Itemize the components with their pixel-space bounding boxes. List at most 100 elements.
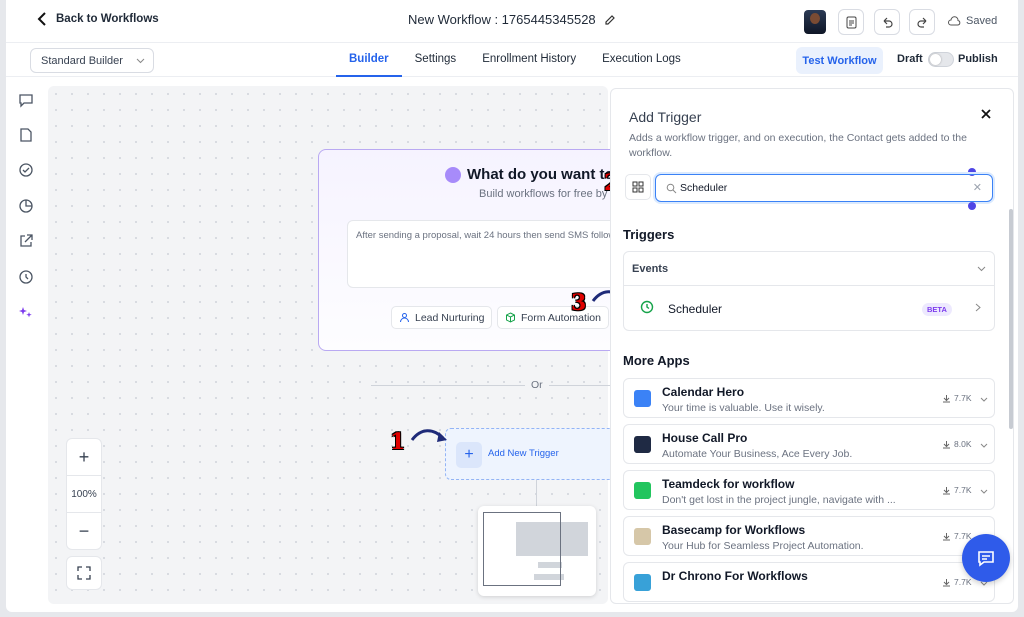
- redo-icon: [916, 17, 926, 28]
- chip-form-automation[interactable]: Form Automation: [497, 306, 609, 329]
- chat-support-button[interactable]: [962, 534, 1010, 582]
- grid-view-button[interactable]: [625, 174, 651, 200]
- file-icon[interactable]: [18, 127, 34, 143]
- grid-icon: [632, 181, 644, 193]
- ai-prompt-input[interactable]: After sending a proposal, wait 24 hours …: [347, 220, 647, 288]
- back-to-workflows-link[interactable]: Back to Workflows: [36, 12, 159, 26]
- test-workflow-button[interactable]: Test Workflow: [796, 47, 883, 74]
- panel-title: Add Trigger: [629, 109, 702, 125]
- app-card-house-call-pro[interactable]: House Call Pro Automate Your Business, A…: [623, 424, 995, 464]
- download-icon: [943, 394, 950, 402]
- pencil-icon[interactable]: [604, 14, 616, 26]
- download-icon: [943, 532, 950, 540]
- or-label: Or: [525, 379, 549, 391]
- tab-settings[interactable]: Settings: [402, 43, 470, 77]
- install-count-value: 7.7K: [954, 393, 972, 403]
- trigger-search: ✕: [655, 174, 993, 202]
- resize-handle[interactable]: [968, 202, 976, 210]
- saved-status: Saved: [948, 15, 997, 27]
- history-icon[interactable]: [18, 269, 34, 285]
- connector-line: [536, 480, 537, 506]
- app-desc: Your time is valuable. Use it wisely.: [662, 402, 825, 414]
- more-apps-heading: More Apps: [623, 353, 690, 368]
- panel-description: Adds a workflow trigger, and on executio…: [629, 132, 967, 159]
- events-label: Events: [632, 263, 669, 275]
- close-icon[interactable]: [979, 107, 993, 121]
- chip-label: Lead Nurturing: [415, 311, 485, 324]
- sparkle-icon[interactable]: [18, 304, 34, 320]
- search-icon: [666, 183, 677, 194]
- chevron-down-icon[interactable]: [980, 441, 988, 449]
- builder-select-value: Standard Builder: [41, 55, 123, 67]
- chevron-down-icon: [977, 266, 986, 272]
- chevron-right-icon: [975, 303, 981, 312]
- plus-icon: +: [456, 442, 482, 468]
- annotation-marker-3: 3: [571, 290, 587, 316]
- install-count: 8.0K: [942, 439, 972, 449]
- publish-toggle[interactable]: [928, 52, 954, 67]
- teamdeck-logo-icon: [634, 482, 651, 499]
- clear-search-icon[interactable]: ✕: [973, 181, 982, 194]
- pie-chart-icon[interactable]: [18, 198, 34, 214]
- draft-label: Draft: [897, 53, 923, 65]
- events-section: Events Scheduler BETA: [623, 251, 995, 331]
- zoom-controls: + 100% −: [66, 438, 102, 550]
- app-card-teamdeck[interactable]: Teamdeck for workflow Don't get lost in …: [623, 470, 995, 510]
- annotation-arrow-icon: [410, 429, 447, 442]
- avatar[interactable]: [804, 10, 826, 34]
- search-input[interactable]: [680, 179, 960, 197]
- panel-scrollbar[interactable]: [1009, 209, 1013, 429]
- house-call-pro-logo-icon: [634, 436, 651, 453]
- download-icon: [943, 578, 950, 586]
- app-card-calendar-hero[interactable]: Calendar Hero Your time is valuable. Use…: [623, 378, 995, 418]
- events-toggle[interactable]: Events: [624, 252, 994, 286]
- redo-button[interactable]: [909, 9, 935, 35]
- beta-badge: BETA: [922, 303, 952, 316]
- chevron-left-icon: [37, 12, 46, 26]
- notes-button[interactable]: [838, 9, 864, 35]
- install-count: 7.7K: [942, 485, 972, 495]
- tab-enrollment-history[interactable]: Enrollment History: [469, 43, 589, 77]
- app-name: Basecamp for Workflows: [662, 523, 806, 537]
- chat-icon: [978, 551, 994, 567]
- minimap[interactable]: [478, 506, 596, 596]
- install-count-value: 7.7K: [954, 577, 972, 587]
- basecamp-logo-icon: [634, 528, 651, 545]
- add-new-trigger-button[interactable]: + Add New Trigger: [445, 428, 615, 480]
- external-link-icon[interactable]: [18, 233, 34, 249]
- chevron-down-icon: [136, 58, 145, 64]
- comment-icon[interactable]: [18, 92, 34, 108]
- tab-execution-logs[interactable]: Execution Logs: [589, 43, 694, 77]
- install-count: 7.7K: [942, 531, 972, 541]
- chevron-down-icon[interactable]: [980, 395, 988, 403]
- scheduler-trigger-item[interactable]: Scheduler BETA: [624, 286, 994, 330]
- download-icon: [943, 486, 950, 494]
- builder-type-select[interactable]: Standard Builder: [30, 48, 154, 73]
- fit-view-button[interactable]: [66, 556, 102, 590]
- expand-icon: [77, 566, 91, 580]
- clock-icon: [640, 300, 654, 314]
- zoom-out-button[interactable]: −: [67, 513, 101, 550]
- add-trigger-panel: Add Trigger Adds a workflow trigger, and…: [610, 88, 1014, 604]
- tab-builder[interactable]: Builder: [336, 43, 402, 77]
- install-count: 7.7K: [942, 393, 972, 403]
- ai-sparkle-icon: [445, 166, 461, 183]
- minimap-viewport[interactable]: [483, 512, 561, 586]
- undo-button[interactable]: [874, 9, 900, 35]
- workflow-title[interactable]: New Workflow : 1765445345528: [408, 12, 616, 27]
- chip-lead-nurturing[interactable]: Lead Nurturing: [391, 306, 493, 329]
- app-desc: Don't get lost in the project jungle, na…: [662, 494, 896, 506]
- workflow-canvas[interactable]: What do you want to auto Build workflows…: [48, 86, 658, 604]
- check-circle-icon[interactable]: [18, 162, 34, 178]
- install-count: 7.7K: [942, 577, 972, 587]
- annotation-marker-1: 1: [390, 429, 406, 455]
- dr-chrono-logo-icon: [634, 574, 651, 591]
- app-name: Teamdeck for workflow: [662, 477, 795, 491]
- or-divider: [371, 385, 631, 386]
- tab-bar: Builder Settings Enrollment History Exec…: [336, 43, 694, 77]
- zoom-in-button[interactable]: +: [67, 439, 101, 476]
- app-card-basecamp[interactable]: Basecamp for Workflows Your Hub for Seam…: [623, 516, 995, 556]
- app-card-dr-chrono[interactable]: Dr Chrono For Workflows 7.7K: [623, 562, 995, 602]
- chip-label: Form Automation: [521, 311, 601, 324]
- chevron-down-icon[interactable]: [980, 487, 988, 495]
